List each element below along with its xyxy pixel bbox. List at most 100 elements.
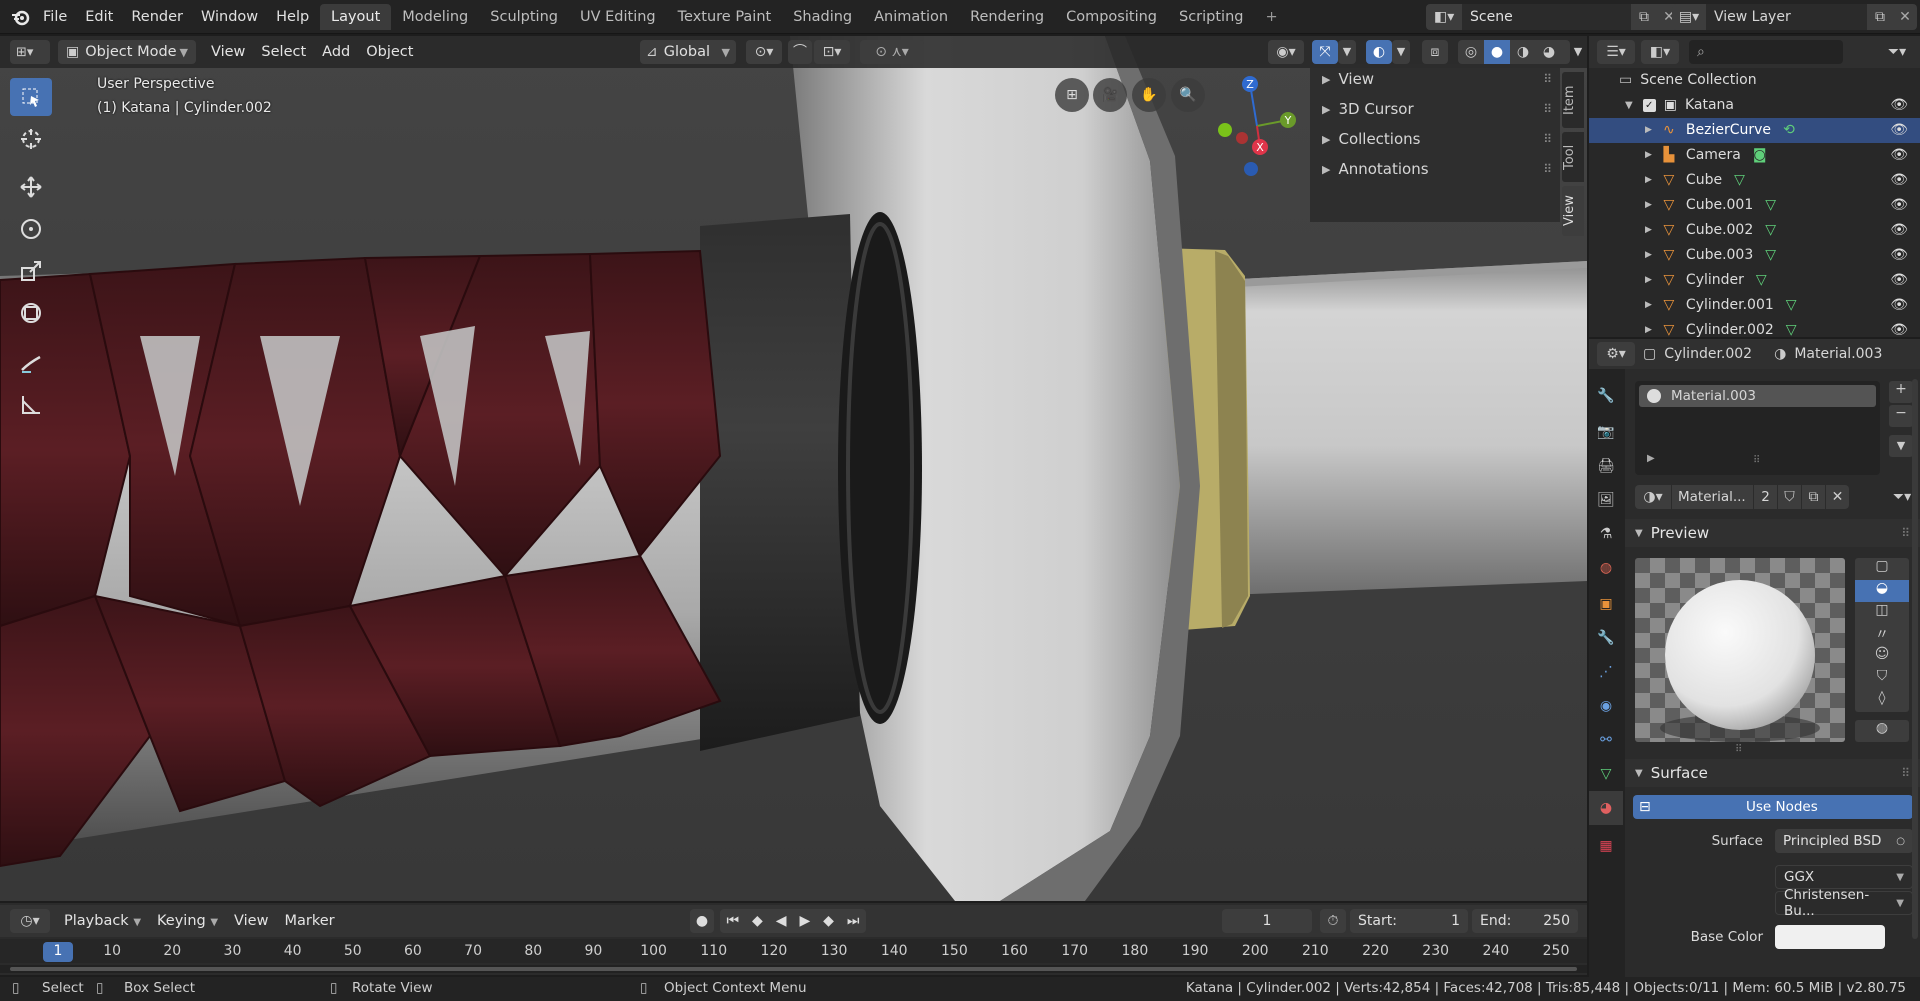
texture-properties-icon[interactable]: ▦: [1589, 829, 1623, 863]
collection-row-katana[interactable]: ▼ ✓ ▣ Katana 👁: [1589, 93, 1920, 118]
transform-orientation-dropdown[interactable]: ⊿ Global ▼: [640, 40, 736, 64]
transform-tool-icon[interactable]: [10, 292, 52, 334]
tab-sculpting[interactable]: Sculpting: [479, 4, 569, 30]
pan-view-icon[interactable]: ✋: [1132, 78, 1166, 112]
add-workspace-button[interactable]: +: [1254, 4, 1288, 30]
preview-sphere-icon[interactable]: ◒: [1855, 580, 1909, 602]
visibility-eye-icon[interactable]: 👁: [1890, 218, 1908, 243]
surface-panel-header[interactable]: ▼ Surface ⠿: [1625, 759, 1920, 787]
scene-selector[interactable]: ◧▾ Scene ⧉ ✕: [1426, 4, 1681, 30]
rendered-shading-icon[interactable]: ◕: [1536, 44, 1562, 60]
preview-monkey-icon[interactable]: ☺: [1855, 646, 1909, 668]
scene-icon[interactable]: ◧▾: [1426, 4, 1462, 30]
expand-arrow-icon[interactable]: ▶: [1645, 218, 1652, 243]
outliner-object-row[interactable]: ▶ ▽ Cube.003 ▽ 👁: [1589, 243, 1920, 268]
pivot-point-icon[interactable]: ⊙▾: [746, 40, 782, 64]
duplicate-material-icon[interactable]: ⧉: [1801, 485, 1825, 509]
tab-modeling[interactable]: Modeling: [391, 4, 479, 30]
expand-arrow-icon[interactable]: ▼: [1625, 93, 1633, 118]
view-layer-properties-icon[interactable]: 🖼: [1589, 483, 1623, 517]
jump-start-icon[interactable]: ⏮: [726, 913, 739, 929]
npanel-annotations-section[interactable]: ▶ Annotations ⠿: [1310, 154, 1560, 184]
visibility-eye-icon[interactable]: 👁: [1890, 243, 1908, 268]
world-properties-icon[interactable]: ◍: [1589, 551, 1623, 585]
scene-name[interactable]: Scene: [1462, 4, 1631, 30]
view-layer-selector[interactable]: ▤▾ View Layer ⧉ ✕: [1672, 4, 1917, 30]
object-data-icon[interactable]: ▽: [1756, 268, 1767, 293]
preview-cloth-icon[interactable]: ⛉: [1855, 668, 1909, 690]
output-properties-icon[interactable]: 🖨: [1589, 449, 1623, 483]
tab-layout[interactable]: Layout: [320, 4, 392, 30]
tab-view[interactable]: View: [1562, 186, 1584, 236]
shading-dropdown-icon[interactable]: ▼: [1570, 40, 1586, 64]
unlink-material-icon[interactable]: ✕: [1825, 485, 1849, 509]
use-nodes-button[interactable]: ⊟ Use Nodes: [1633, 795, 1913, 819]
outliner-editor-type-icon[interactable]: ☰▾: [1597, 40, 1635, 64]
annotate-tool-icon[interactable]: [10, 342, 52, 384]
viewport-menu-select[interactable]: Select: [253, 40, 314, 64]
scene-properties-icon[interactable]: ⚗: [1589, 517, 1623, 551]
proportional-editing-icon[interactable]: ⊙ ⋏▾: [860, 40, 924, 64]
visibility-eye-icon[interactable]: 👁: [1890, 268, 1908, 293]
remove-slot-button[interactable]: −: [1889, 405, 1913, 427]
outliner-object-row[interactable]: ▶ ▽ Cylinder.001 ▽ 👁: [1589, 293, 1920, 318]
expand-arrow-icon[interactable]: ▶: [1645, 168, 1652, 193]
record-keyframe-icon[interactable]: ●: [690, 909, 714, 933]
filter-icon[interactable]: ⏷▾: [1879, 40, 1915, 64]
object-properties-icon[interactable]: ▣: [1589, 587, 1623, 621]
viewport-menu-add[interactable]: Add: [314, 40, 358, 64]
user-count-badge[interactable]: 2: [1753, 485, 1777, 509]
start-frame-field[interactable]: Start: 1: [1350, 909, 1468, 933]
slot-menu-button[interactable]: ▼: [1889, 435, 1913, 457]
menu-render[interactable]: Render: [122, 0, 192, 34]
object-data-icon[interactable]: ▽: [1734, 168, 1745, 193]
play-icon[interactable]: ▶: [799, 913, 810, 929]
overlays-toggle-icon[interactable]: ◐: [1366, 40, 1392, 64]
tab-rendering[interactable]: Rendering: [959, 4, 1055, 30]
next-keyframe-icon[interactable]: ◆: [823, 913, 834, 929]
physics-properties-icon[interactable]: ◉: [1589, 689, 1623, 723]
tab-uv-editing[interactable]: UV Editing: [569, 4, 667, 30]
menu-window[interactable]: Window: [192, 0, 267, 34]
play-reverse-icon[interactable]: ◀: [776, 913, 787, 929]
material-name-field[interactable]: Material...: [1671, 485, 1753, 509]
visibility-eye-icon[interactable]: 👁: [1890, 193, 1908, 218]
menu-help[interactable]: Help: [267, 0, 318, 34]
tab-compositing[interactable]: Compositing: [1055, 4, 1168, 30]
viewport-3d[interactable]: ⊞▾ ▣ Object Mode ▼ View Select Add Objec…: [0, 36, 1587, 901]
move-tool-icon[interactable]: [10, 166, 52, 208]
render-properties-icon[interactable]: 📷: [1589, 415, 1623, 449]
surface-shader-field[interactable]: Principled BSD ○: [1775, 829, 1913, 853]
current-frame-field[interactable]: 1: [1222, 909, 1312, 933]
timeline-menu-keying[interactable]: Keying ▼: [149, 909, 226, 933]
preview-hair-icon[interactable]: 〃: [1855, 624, 1909, 646]
constraint-properties-icon[interactable]: ⚯: [1589, 723, 1623, 757]
outliner-object-row[interactable]: ▶ ▽ Cube.002 ▽ 👁: [1589, 218, 1920, 243]
outliner-object-row[interactable]: ▶ ▽ Cube.001 ▽ 👁: [1589, 193, 1920, 218]
new-view-layer-icon[interactable]: ⧉: [1867, 4, 1893, 30]
menu-edit[interactable]: Edit: [76, 0, 122, 34]
tool-properties-icon[interactable]: 🔧: [1589, 379, 1623, 413]
visibility-eye-icon[interactable]: 👁: [1890, 118, 1908, 143]
tab-shading[interactable]: Shading: [782, 4, 863, 30]
preview-range-icon[interactable]: ⏱: [1320, 909, 1346, 933]
visibility-icon[interactable]: ◉▾: [1268, 40, 1304, 64]
toggle-ortho-icon[interactable]: ⊞: [1055, 78, 1089, 112]
data-properties-icon[interactable]: ▽: [1589, 757, 1623, 791]
xray-toggle-icon[interactable]: ⧈: [1422, 40, 1448, 64]
timeline-menu-playback[interactable]: Playback ▼: [56, 909, 149, 933]
object-data-icon[interactable]: ▽: [1765, 243, 1776, 268]
visibility-eye-icon[interactable]: 👁: [1890, 143, 1908, 168]
preview-fluid-icon[interactable]: ◊: [1855, 690, 1909, 712]
menu-file[interactable]: File: [34, 0, 76, 34]
properties-editor-type-icon[interactable]: ⚙▾: [1597, 342, 1635, 366]
base-color-swatch[interactable]: [1775, 925, 1885, 949]
view-layer-name[interactable]: View Layer: [1706, 4, 1867, 30]
visibility-eye-icon[interactable]: 👁: [1890, 293, 1908, 318]
delete-view-layer-icon[interactable]: ✕: [1893, 4, 1917, 30]
viewport-menu-view[interactable]: View: [203, 40, 253, 64]
preview-resize-icon[interactable]: ⠿: [1735, 744, 1742, 755]
timeline-menu-view[interactable]: View: [226, 909, 276, 933]
subsurface-method-dropdown[interactable]: Christensen-Bu... ▼: [1775, 887, 1913, 919]
rotate-tool-icon[interactable]: [10, 208, 52, 250]
